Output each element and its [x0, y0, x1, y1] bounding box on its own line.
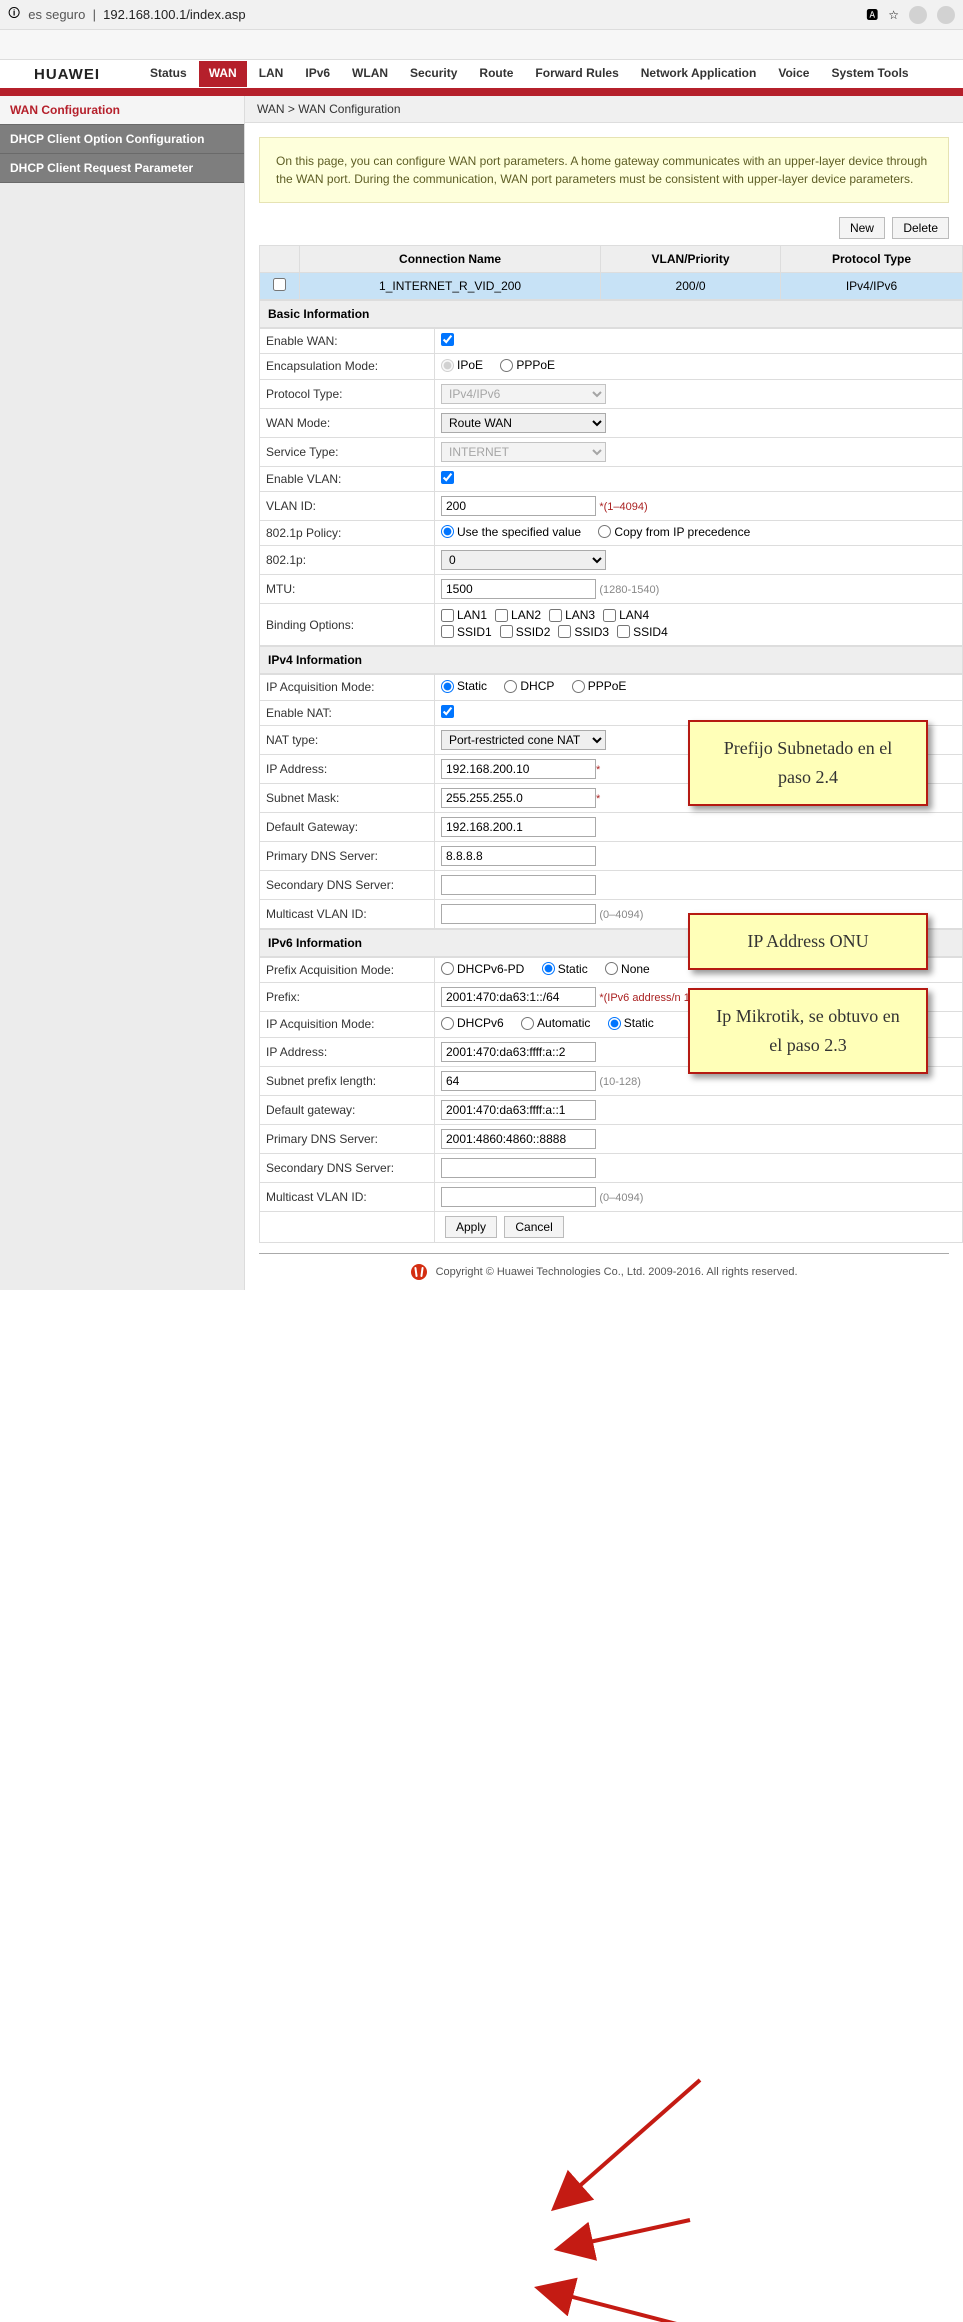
nav-wlan[interactable]: WLAN: [342, 61, 398, 87]
bind-ssid4[interactable]: [617, 625, 630, 638]
ipv6-mvlan-input[interactable]: [441, 1187, 596, 1207]
ip6acq-dhcpv6[interactable]: [441, 1017, 454, 1030]
breadcrumb: WAN > WAN Configuration: [245, 96, 963, 123]
top-nav: StatusWANLANIPv6WLANSecurityRouteForward…: [140, 61, 963, 87]
ipv4-address-input[interactable]: [441, 759, 596, 779]
enable-wan-cb[interactable]: [441, 333, 454, 346]
nav-security[interactable]: Security: [400, 61, 467, 87]
section-basic: Basic Information: [259, 300, 963, 328]
translate-icon[interactable]: 🅰: [866, 6, 878, 23]
apply-button[interactable]: Apply: [445, 1216, 497, 1238]
info-banner: On this page, you can configure WAN port…: [259, 137, 949, 203]
main-panel: WAN > WAN Configuration On this page, yo…: [245, 96, 963, 1290]
sidebar-item[interactable]: WAN Configuration: [0, 96, 244, 125]
nav-ipv6[interactable]: IPv6: [295, 61, 340, 87]
pfx-none[interactable]: [605, 962, 618, 975]
encap-ipoe[interactable]: [441, 359, 454, 372]
sidebar-item[interactable]: DHCP Client Request Parameter: [0, 154, 244, 183]
vlan-id-input[interactable]: [441, 496, 596, 516]
bookmarks-bar: [0, 30, 963, 60]
ipacq-static[interactable]: [441, 680, 454, 693]
ipv4-dns2-input[interactable]: [441, 875, 596, 895]
footer: Copyright © Huawei Technologies Co., Ltd…: [259, 1253, 949, 1290]
brand-logo: HUAWEI: [34, 66, 100, 83]
nav-status[interactable]: Status: [140, 61, 197, 87]
nattype-select[interactable]: Port-restricted cone NAT: [441, 730, 606, 750]
callout-ip-onu: IP Address ONU: [688, 913, 928, 970]
nav-lan[interactable]: LAN: [249, 61, 294, 87]
ipv4-mask-input[interactable]: [441, 788, 596, 808]
ipv4-mvlan-input[interactable]: [441, 904, 596, 924]
pfx-static[interactable]: [542, 962, 555, 975]
ipacq-pppoe[interactable]: [572, 680, 585, 693]
cancel-button[interactable]: Cancel: [504, 1216, 563, 1238]
section-ipv4: IPv4 Information: [259, 646, 963, 674]
ext-icon-1[interactable]: [909, 6, 927, 24]
ipv4-dns1-input[interactable]: [441, 846, 596, 866]
ipv6-address-input[interactable]: [441, 1042, 596, 1062]
star-icon[interactable]: ☆: [888, 8, 899, 22]
bind-lan2[interactable]: [495, 609, 508, 622]
ipacq-dhcp[interactable]: [504, 680, 517, 693]
bind-lan4[interactable]: [603, 609, 616, 622]
nav-route[interactable]: Route: [469, 61, 523, 87]
8021p-copy[interactable]: [598, 525, 611, 538]
nav-wan[interactable]: WAN: [199, 61, 247, 87]
table-row[interactable]: 1_INTERNET_R_VID_200 200/0 IPv4/IPv6: [260, 273, 963, 300]
8021p-spec[interactable]: [441, 525, 454, 538]
proto-select[interactable]: IPv4/IPv6: [441, 384, 606, 404]
delete-button[interactable]: Delete: [892, 217, 949, 239]
row-checkbox[interactable]: [273, 278, 286, 291]
callout-prefix: Prefijo Subnetado en el paso 2.4: [688, 720, 928, 806]
nav-voice[interactable]: Voice: [768, 61, 819, 87]
bind-lan3[interactable]: [549, 609, 562, 622]
sidebar: WAN ConfigurationDHCP Client Option Conf…: [0, 96, 245, 1290]
mtu-input[interactable]: [441, 579, 596, 599]
bind-lan1[interactable]: [441, 609, 454, 622]
bind-ssid3[interactable]: [558, 625, 571, 638]
nav-forward-rules[interactable]: Forward Rules: [525, 61, 628, 87]
8021p-select[interactable]: 0: [441, 550, 606, 570]
sidebar-item[interactable]: DHCP Client Option Configuration: [0, 125, 244, 154]
ipv6-dns1-input[interactable]: [441, 1129, 596, 1149]
ipv4-gw-input[interactable]: [441, 817, 596, 837]
huawei-icon: [411, 1264, 427, 1280]
svctype-select[interactable]: INTERNET: [441, 442, 606, 462]
new-button[interactable]: New: [839, 217, 885, 239]
connections-table: Connection Name VLAN/Priority Protocol T…: [259, 245, 963, 300]
nav-system-tools[interactable]: System Tools: [821, 61, 918, 87]
bind-ssid2[interactable]: [500, 625, 513, 638]
ip6acq-auto[interactable]: [521, 1017, 534, 1030]
pfx-dhcpv6pd[interactable]: [441, 962, 454, 975]
ip6acq-static[interactable]: [608, 1017, 621, 1030]
ipv6-prefix-input[interactable]: [441, 987, 596, 1007]
callout-mikrotik: Ip Mikrotik, se obtuvo en el paso 2.3: [688, 988, 928, 1074]
nav-underline: [0, 88, 963, 96]
wanmode-select[interactable]: Route WAN: [441, 413, 606, 433]
bind-ssid1[interactable]: [441, 625, 454, 638]
ipv6-plen-input[interactable]: [441, 1071, 596, 1091]
nav-network-application[interactable]: Network Application: [631, 61, 767, 87]
enable-vlan-cb[interactable]: [441, 471, 454, 484]
browser-address-bar: 🛈 es seguro | 192.168.100.1/index.asp 🅰 …: [0, 0, 963, 30]
ext-icon-2[interactable]: [937, 6, 955, 24]
enable-nat-cb[interactable]: [441, 705, 454, 718]
ipv6-gw-input[interactable]: [441, 1100, 596, 1120]
encap-pppoe[interactable]: [500, 359, 513, 372]
